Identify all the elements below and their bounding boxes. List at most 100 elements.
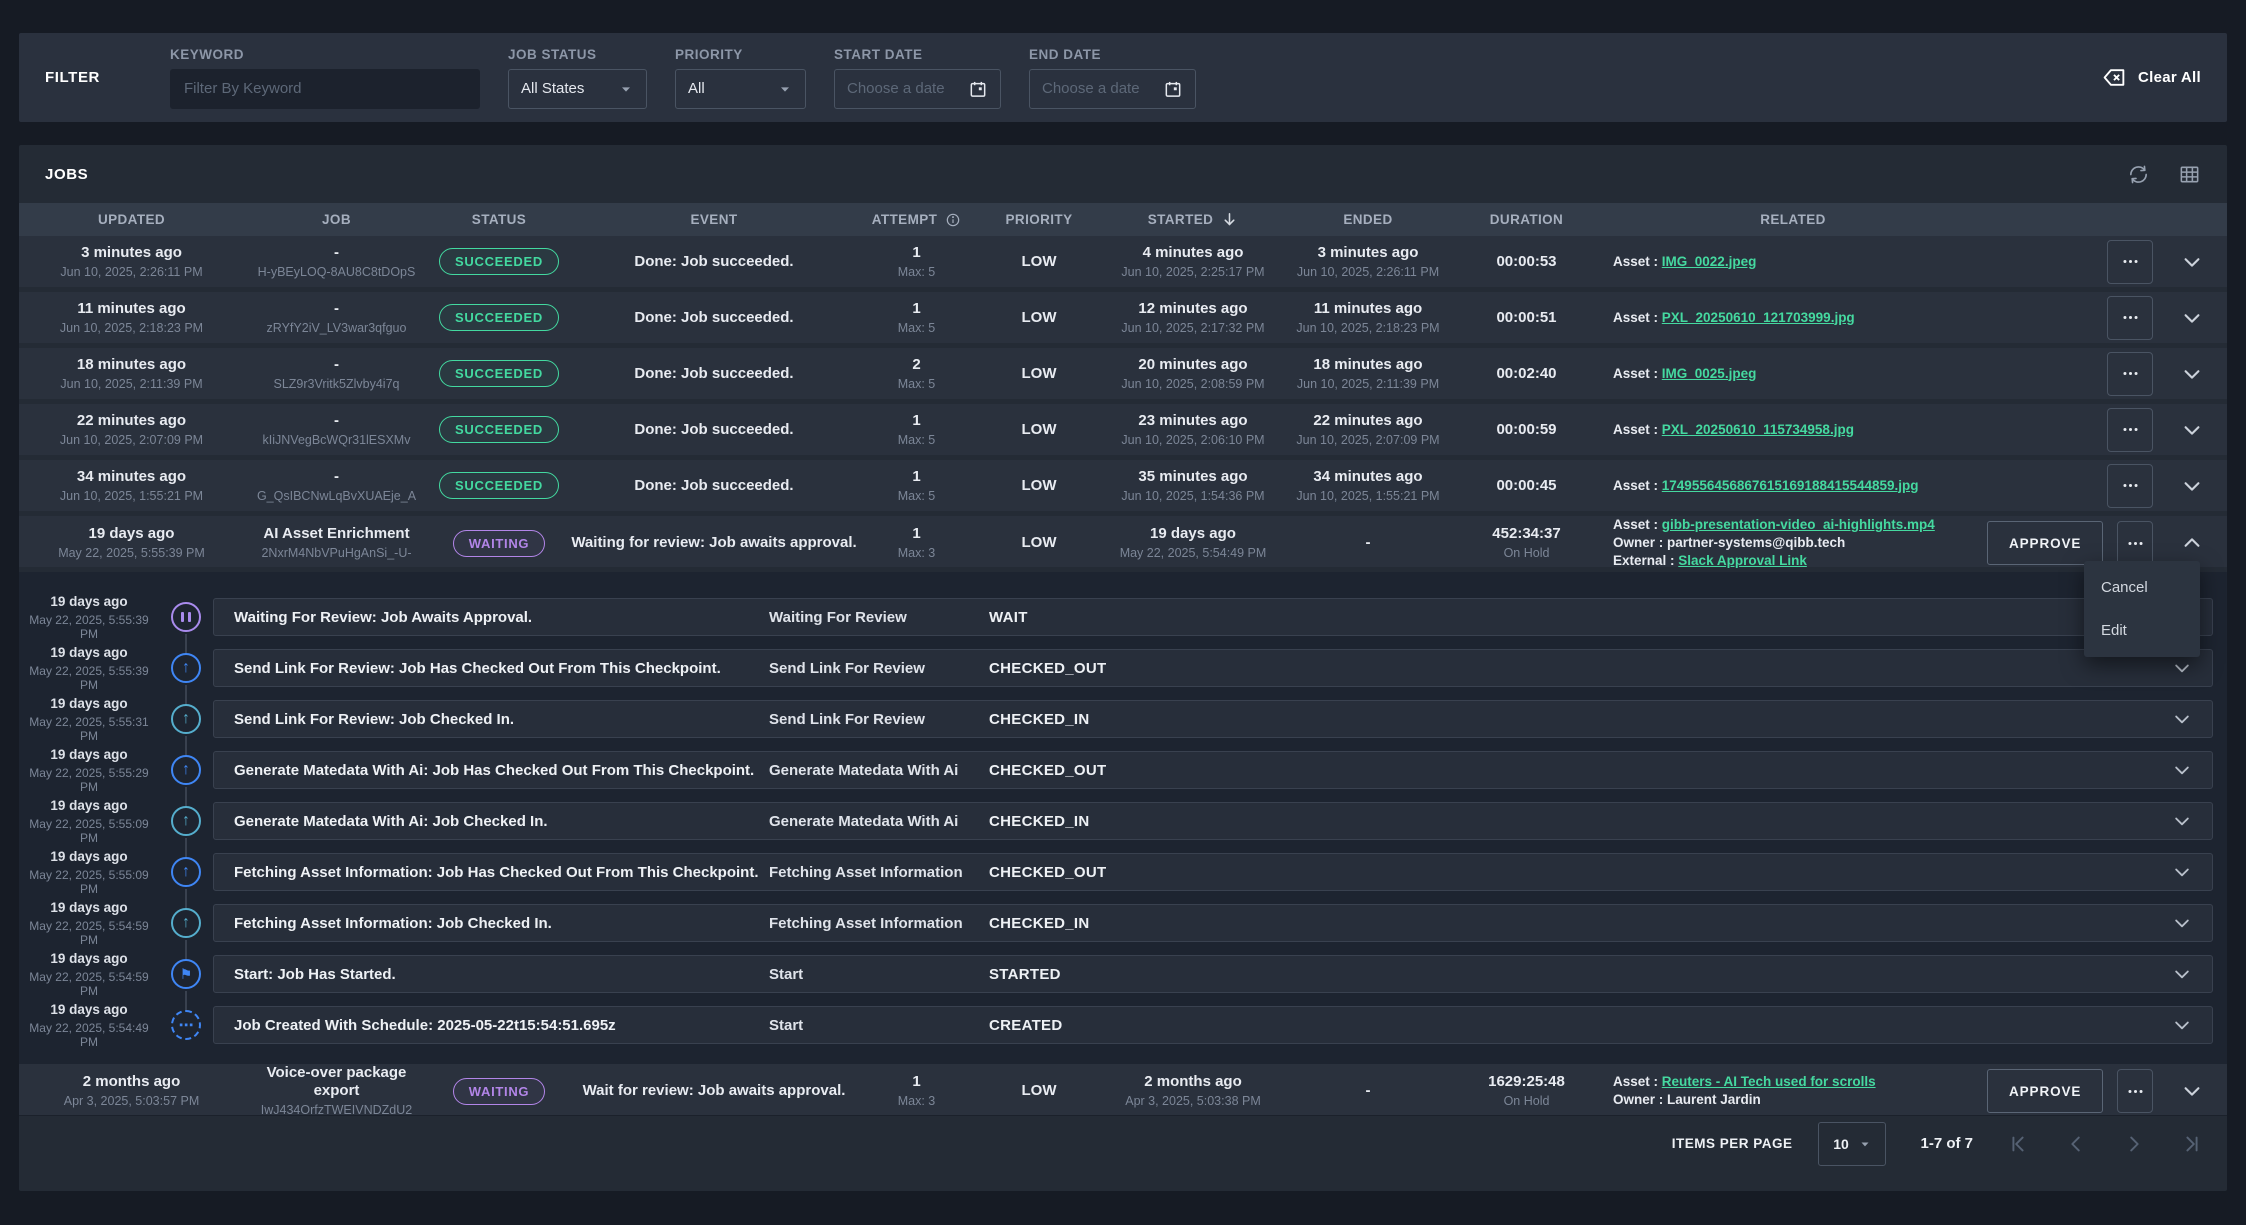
- table-row[interactable]: 2 months ago Apr 3, 2025, 5:03:57 PM Voi…: [19, 1064, 2227, 1115]
- ellipsis-icon: [2121, 476, 2140, 495]
- priority-value: All: [688, 80, 705, 97]
- sort-desc-arrow-icon[interactable]: [1221, 211, 1238, 228]
- timeline-event-text: Send Link For Review: Job Has Checked Ou…: [234, 660, 769, 677]
- related-external-link[interactable]: Slack Approval Link: [1678, 553, 1807, 568]
- table-row[interactable]: 3 minutes ago Jun 10, 2025, 2:26:11 PM -…: [19, 236, 2227, 287]
- expand-toggle[interactable]: [2157, 1080, 2227, 1102]
- chevron-down-icon[interactable]: [2172, 709, 2192, 729]
- end-date-input[interactable]: Choose a date: [1029, 69, 1196, 109]
- chevron-down-icon[interactable]: [2172, 760, 2192, 780]
- job-cell: - SLZ9r3Vritk5Zlvby4i7q: [244, 356, 429, 392]
- related-asset-link[interactable]: IMG_0022.jpeg: [1662, 254, 1757, 269]
- row-menu-button[interactable]: [2107, 296, 2153, 340]
- attempt-cell: 1 Max: 3: [859, 525, 974, 561]
- event-cell: Wait for review: Job awaits approval.: [569, 1082, 859, 1100]
- column-header-started[interactable]: STARTED: [1104, 211, 1282, 228]
- table-row[interactable]: 22 minutes ago Jun 10, 2025, 2:07:09 PM …: [19, 404, 2227, 455]
- table-row[interactable]: 34 minutes ago Jun 10, 2025, 1:55:21 PM …: [19, 460, 2227, 511]
- expand-toggle[interactable]: [2157, 251, 2227, 273]
- chevron-down-icon[interactable]: [2172, 913, 2192, 933]
- table-row[interactable]: 18 minutes ago Jun 10, 2025, 2:11:39 PM …: [19, 348, 2227, 399]
- priority-cell: LOW: [974, 253, 1104, 271]
- timeline-node: [159, 853, 213, 891]
- timeline-step-name: Waiting For Review: [769, 609, 989, 626]
- chevron-down-icon[interactable]: [2172, 811, 2192, 831]
- status-badge: WAITING: [453, 530, 546, 557]
- column-header-related[interactable]: RELATED: [1599, 212, 1987, 227]
- chevron-down-icon[interactable]: [2172, 964, 2192, 984]
- expand-toggle[interactable]: [2157, 532, 2227, 554]
- timeline-event-card: Job Created With Schedule: 2025-05-22t15…: [213, 1006, 2213, 1044]
- row-menu-button[interactable]: [2117, 521, 2153, 565]
- chevron-down-icon: [2181, 475, 2203, 497]
- expand-toggle[interactable]: [2157, 307, 2227, 329]
- calendar-icon[interactable]: [1163, 79, 1183, 99]
- related-asset-link[interactable]: Reuters - AI Tech used for scrolls: [1662, 1074, 1876, 1089]
- duration-cell: 00:00:45: [1454, 477, 1599, 495]
- ended-cell: -: [1282, 534, 1454, 552]
- keyword-label: KEYWORD: [170, 47, 480, 62]
- ellipsis-icon: [2121, 308, 2140, 327]
- approve-button[interactable]: APPROVE: [1987, 521, 2103, 565]
- updated-cell: 19 days ago May 22, 2025, 5:55:39 PM: [19, 525, 244, 561]
- chevron-down-icon[interactable]: [2172, 1015, 2192, 1035]
- job-status-label: JOB STATUS: [508, 47, 647, 62]
- related-asset-link[interactable]: PXL_20250610_121703999.jpg: [1662, 310, 1855, 325]
- related-cell: Asset : IMG_0025.jpeg: [1599, 365, 1987, 383]
- column-header-job[interactable]: JOB: [244, 212, 429, 227]
- start-date-input[interactable]: Choose a date: [834, 69, 1001, 109]
- status-cell: SUCCEEDED: [429, 304, 569, 331]
- priority-select[interactable]: All: [675, 69, 806, 109]
- table-row[interactable]: 19 days ago May 22, 2025, 5:55:39 PM AI …: [19, 516, 2227, 567]
- menu-item-cancel[interactable]: Cancel: [2084, 566, 2200, 609]
- row-menu-button[interactable]: [2107, 464, 2153, 508]
- last-page-button[interactable]: [2181, 1133, 2203, 1155]
- refresh-button[interactable]: [2127, 163, 2150, 186]
- column-settings-table-icon[interactable]: [2178, 163, 2201, 186]
- timeline-entry: 19 days ago May 22, 2025, 5:54:59 PM Sta…: [19, 955, 2227, 993]
- ended-cell: 18 minutes ago Jun 10, 2025, 2:11:39 PM: [1282, 356, 1454, 392]
- related-owner-text: partner-systems@qibb.tech: [1667, 535, 1845, 550]
- column-header-status[interactable]: STATUS: [429, 212, 569, 227]
- duration-cell: 00:00:59: [1454, 421, 1599, 439]
- column-header-priority[interactable]: PRIORITY: [974, 212, 1104, 227]
- row-menu-button[interactable]: [2107, 240, 2153, 284]
- attempt-cell: 2 Max: 5: [859, 356, 974, 392]
- timeline-node: [159, 700, 213, 738]
- column-header-event[interactable]: EVENT: [569, 212, 859, 227]
- column-header-duration[interactable]: DURATION: [1454, 212, 1599, 227]
- related-asset-link[interactable]: IMG_0025.jpeg: [1662, 366, 1757, 381]
- row-menu-button[interactable]: [2107, 352, 2153, 396]
- related-asset-link[interactable]: 1749556456867615169188415544859.jpg: [1662, 478, 1919, 493]
- expand-toggle[interactable]: [2157, 419, 2227, 441]
- column-header-updated[interactable]: UPDATED: [19, 212, 244, 227]
- row-menu-button[interactable]: [2117, 1069, 2153, 1113]
- keyword-input[interactable]: [170, 69, 480, 109]
- priority-cell: LOW: [974, 421, 1104, 439]
- chevron-down-icon[interactable]: [2172, 658, 2192, 678]
- row-menu-button[interactable]: [2107, 408, 2153, 452]
- event-cell: Done: Job succeeded.: [569, 477, 859, 495]
- approve-button[interactable]: APPROVE: [1987, 1069, 2103, 1113]
- clear-all-button[interactable]: Clear All: [2102, 65, 2201, 90]
- column-header-attempt[interactable]: ATTEMPT: [859, 212, 974, 228]
- chevron-down-icon[interactable]: [2172, 862, 2192, 882]
- first-page-button[interactable]: [2007, 1133, 2029, 1155]
- items-per-page-select[interactable]: 10: [1818, 1122, 1886, 1166]
- next-page-button[interactable]: [2123, 1133, 2145, 1155]
- keyword-field: KEYWORD: [170, 47, 480, 109]
- related-asset-link[interactable]: gibb-presentation-video_ai-highlights.mp…: [1662, 517, 1935, 532]
- expand-toggle[interactable]: [2157, 363, 2227, 385]
- expand-toggle[interactable]: [2157, 475, 2227, 497]
- timeline-state: CREATED: [989, 1017, 2172, 1034]
- job-status-select[interactable]: All States: [508, 69, 647, 109]
- related-asset-link[interactable]: PXL_20250610_115734958.jpg: [1662, 422, 1854, 437]
- menu-item-edit[interactable]: Edit: [2084, 609, 2200, 652]
- table-row[interactable]: 11 minutes ago Jun 10, 2025, 2:18:23 PM …: [19, 292, 2227, 343]
- info-icon[interactable]: [945, 212, 961, 228]
- column-header-ended[interactable]: ENDED: [1282, 212, 1454, 227]
- previous-page-button[interactable]: [2065, 1133, 2087, 1155]
- related-label: Asset :: [1613, 517, 1658, 532]
- calendar-icon[interactable]: [968, 79, 988, 99]
- timeline-event-card: Send Link For Review: Job Checked In. Se…: [213, 700, 2213, 738]
